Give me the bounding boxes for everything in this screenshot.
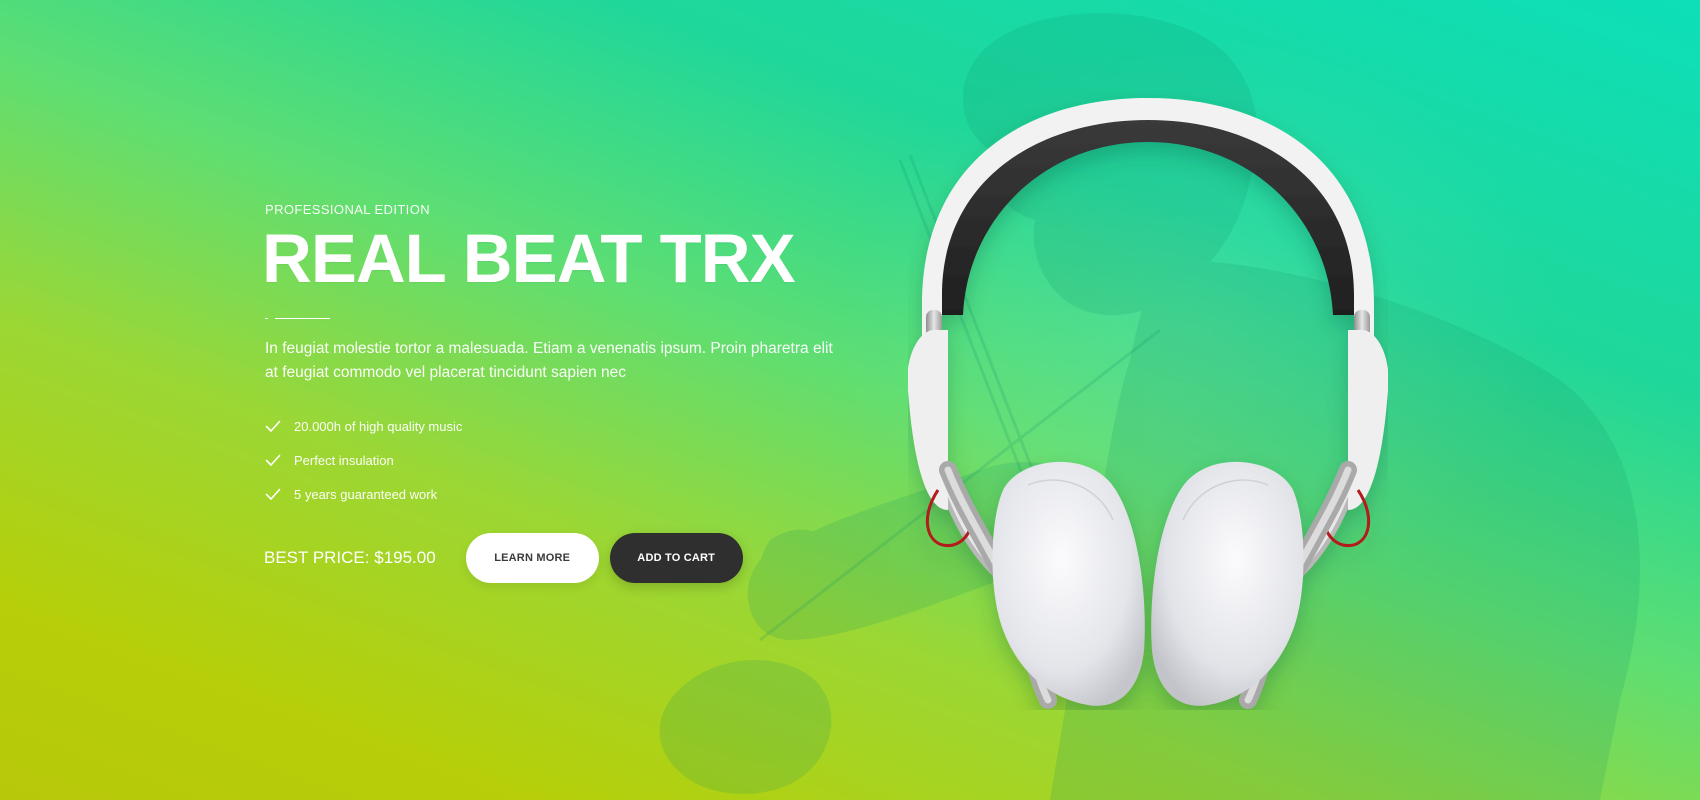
- check-icon: [265, 488, 281, 500]
- headphones-product-image: [908, 98, 1388, 709]
- feature-list: 20.000h of high quality music Perfect in…: [264, 409, 462, 511]
- feature-text: Perfect insulation: [294, 452, 394, 468]
- title-divider: [265, 314, 331, 324]
- check-icon: [265, 454, 281, 466]
- purchase-row: BEST PRICE: $195.00 LEARN MORE ADD TO CA…: [264, 533, 743, 583]
- product-description: In feugiat molestie tortor a malesuada. …: [265, 340, 833, 381]
- product-title: REAL BEAT TRX: [262, 220, 796, 297]
- feature-item: Perfect insulation: [264, 443, 462, 477]
- hero-banner: PROFESSIONAL EDITION REAL BEAT TRX In fe…: [0, 0, 1700, 800]
- feature-text: 20.000h of high quality music: [294, 418, 463, 434]
- violinist-background-image: [659, 13, 1640, 800]
- add-to-cart-button[interactable]: ADD TO CART: [609, 533, 743, 583]
- feature-item: 5 years guaranteed work: [264, 477, 462, 511]
- price-value: $195.00: [374, 548, 436, 567]
- product-edition-label: PROFESSIONAL EDITION: [265, 202, 430, 217]
- best-price: BEST PRICE: $195.00: [264, 548, 436, 568]
- learn-more-button[interactable]: LEARN MORE: [465, 533, 599, 583]
- price-label: BEST PRICE:: [264, 548, 370, 567]
- check-icon: [265, 420, 281, 432]
- feature-text: 5 years guaranteed work: [294, 486, 438, 502]
- feature-item: 20.000h of high quality music: [264, 409, 462, 443]
